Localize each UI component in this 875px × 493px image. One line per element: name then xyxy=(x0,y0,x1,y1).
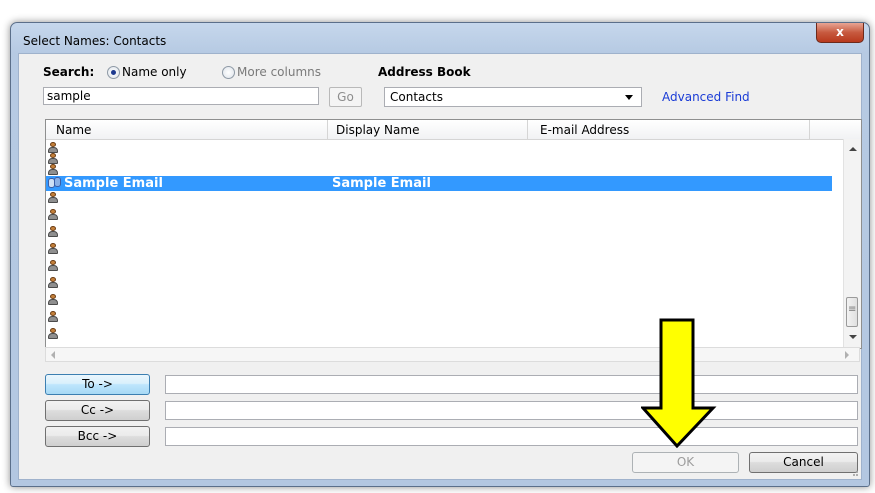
contact-icon xyxy=(48,260,58,271)
list-item-selected[interactable]: Sample Email Sample Email xyxy=(46,176,832,191)
contact-icon xyxy=(48,164,58,175)
search-input[interactable]: sample xyxy=(43,87,319,105)
contact-icon xyxy=(48,209,58,220)
list-item[interactable] xyxy=(46,226,832,237)
resize-grip-icon[interactable] xyxy=(849,467,859,477)
list-item[interactable] xyxy=(46,243,832,254)
list-item[interactable] xyxy=(46,142,832,153)
dialog-client-area: Search: Name only More columns Address B… xyxy=(18,53,862,480)
close-icon: x xyxy=(836,25,844,39)
column-divider[interactable] xyxy=(327,120,328,139)
list-item[interactable] xyxy=(46,209,832,220)
column-header-email[interactable]: E-mail Address xyxy=(540,123,629,137)
column-divider[interactable] xyxy=(809,120,810,139)
horizontal-scrollbar[interactable] xyxy=(45,347,860,362)
contact-icon xyxy=(48,311,58,322)
contacts-list[interactable]: Name Display Name E-mail Address Sample … xyxy=(45,119,862,349)
vertical-scrollbar[interactable] xyxy=(843,139,861,348)
advanced-find-link[interactable]: Advanced Find xyxy=(662,90,750,104)
chevron-down-icon xyxy=(625,95,633,100)
column-header-name[interactable]: Name xyxy=(56,123,91,137)
scroll-up-icon[interactable] xyxy=(849,147,857,151)
dialog-title: Select Names: Contacts xyxy=(23,34,167,48)
address-book-value: Contacts xyxy=(390,90,443,104)
list-item[interactable] xyxy=(46,260,832,271)
contact-icon xyxy=(48,277,58,288)
list-item[interactable] xyxy=(46,277,832,288)
go-button[interactable]: Go xyxy=(329,87,362,107)
cc-field[interactable] xyxy=(165,401,858,420)
contact-icon xyxy=(48,153,58,164)
address-book-select[interactable]: Contacts xyxy=(384,87,642,107)
more-columns-radio[interactable] xyxy=(222,66,235,79)
contact-icon xyxy=(48,142,58,153)
more-columns-label[interactable]: More columns xyxy=(237,65,321,79)
selected-contact-name: Sample Email xyxy=(64,176,163,191)
list-item[interactable] xyxy=(46,164,832,175)
contact-icon xyxy=(48,328,58,339)
list-item[interactable] xyxy=(46,153,832,164)
ok-button[interactable]: OK xyxy=(632,452,739,473)
name-only-label[interactable]: Name only xyxy=(122,65,187,79)
contact-icon xyxy=(48,294,58,305)
search-label: Search: xyxy=(43,65,95,79)
scroll-left-icon[interactable] xyxy=(51,351,55,359)
bcc-button[interactable]: Bcc -> xyxy=(45,426,150,447)
column-divider[interactable] xyxy=(527,120,528,139)
selected-contact-display-name: Sample Email xyxy=(332,176,431,191)
scroll-right-icon[interactable] xyxy=(845,351,849,359)
contact-icon xyxy=(48,192,58,203)
select-names-dialog: Select Names: Contacts x Search: Name on… xyxy=(10,22,870,487)
cc-button[interactable]: Cc -> xyxy=(45,400,150,421)
annotation-arrow-icon xyxy=(641,318,717,448)
to-button[interactable]: To -> xyxy=(45,374,150,395)
column-header-display-name[interactable]: Display Name xyxy=(336,123,419,137)
list-header: Name Display Name E-mail Address xyxy=(46,120,861,140)
contact-icon xyxy=(48,226,58,237)
bcc-field[interactable] xyxy=(165,427,858,446)
address-book-label: Address Book xyxy=(378,65,471,79)
to-field[interactable] xyxy=(165,375,858,394)
name-only-radio[interactable] xyxy=(107,66,120,79)
contact-icon xyxy=(48,243,58,254)
distribution-list-icon xyxy=(48,177,62,189)
close-button[interactable]: x xyxy=(816,23,864,43)
cancel-button[interactable]: Cancel xyxy=(749,452,858,473)
list-item[interactable] xyxy=(46,192,832,203)
scrollbar-thumb[interactable] xyxy=(846,297,858,327)
list-item[interactable] xyxy=(46,294,832,305)
scroll-down-icon[interactable] xyxy=(849,335,857,339)
